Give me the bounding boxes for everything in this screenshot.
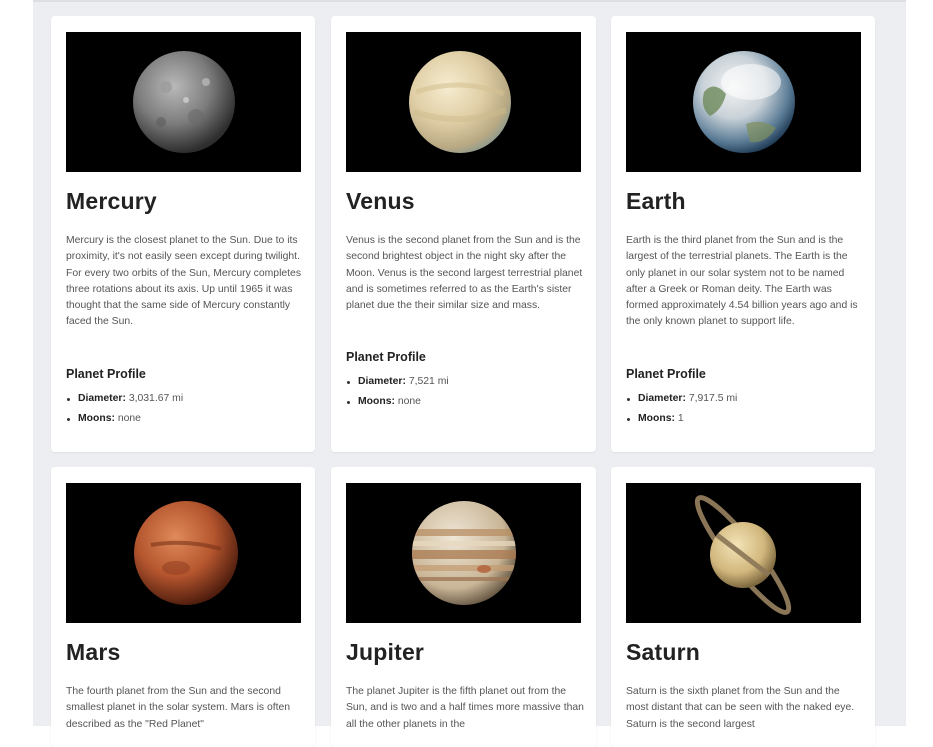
planet-card-mars: Mars The fourth planet from the Sun and …: [51, 467, 315, 747]
diameter-value: 7,521 mi: [408, 376, 449, 387]
diameter-value: 3,031.67 mi: [128, 393, 184, 404]
planet-profile-list: Diameter: 3,031.67 mi Moons: none: [66, 389, 183, 429]
moons-label: Moons:: [638, 413, 675, 424]
moons-item: Moons: none: [66, 409, 183, 429]
planet-card-mercury: Mercury Mercury is the closest planet to…: [51, 16, 315, 452]
moons-value: none: [117, 413, 141, 424]
diameter-label: Diameter:: [638, 393, 686, 404]
planet-name: Mars: [66, 639, 121, 665]
diameter-label: Diameter:: [78, 393, 126, 404]
moons-label: Moons:: [358, 396, 395, 407]
diameter-label: Diameter:: [358, 376, 406, 387]
planet-profile-heading: Planet Profile: [626, 367, 706, 381]
planet-card-saturn: Saturn Saturn is the sixth planet from t…: [611, 467, 875, 747]
planet-description: Venus is the second planet from the Sun …: [346, 235, 583, 312]
mars-image: [66, 483, 301, 623]
planet-name: Mercury: [66, 188, 157, 214]
planet-description: Earth is the third planet from the Sun a…: [626, 235, 858, 328]
diameter-item: Diameter: 3,031.67 mi: [66, 389, 184, 409]
diameter-value: 7,917.5 mi: [688, 393, 738, 404]
planet-profile-list: Diameter: 7,917.5 mi Moons: 1: [626, 389, 737, 429]
planet-card-venus: Venus Venus is the second planet from th…: [331, 16, 596, 452]
moons-value: 1: [677, 413, 684, 424]
moons-item: Moons: none: [347, 392, 449, 412]
planet-profile-heading: Planet Profile: [66, 367, 146, 381]
planet-name: Venus: [346, 188, 415, 214]
diameter-item: Diameter: 7,521 mi: [347, 372, 449, 392]
planet-description: Mercury is the closest planet to the Sun…: [66, 235, 302, 328]
planet-profile-heading: Planet Profile: [346, 350, 426, 364]
planet-card-jupiter: Jupiter The planet Jupiter is the fifth …: [331, 467, 596, 747]
planet-name: Jupiter: [346, 639, 425, 665]
planet-name: Saturn: [626, 639, 701, 665]
planet-card-earth: Earth Earth is the third planet from the…: [611, 16, 875, 452]
saturn-image: [626, 483, 861, 623]
jupiter-image: [346, 483, 581, 623]
moons-label: Moons:: [78, 413, 115, 424]
planet-name: Earth: [626, 188, 686, 214]
diameter-item: Diameter: 7,917.5 mi: [626, 389, 738, 409]
planet-profile-list: Diameter: 7,521 mi Moons: none: [346, 372, 449, 412]
mercury-image: [66, 32, 301, 172]
venus-image: [346, 32, 581, 172]
moons-item: Moons: 1: [626, 409, 737, 429]
earth-image: [626, 32, 861, 172]
moons-value: none: [397, 396, 421, 407]
